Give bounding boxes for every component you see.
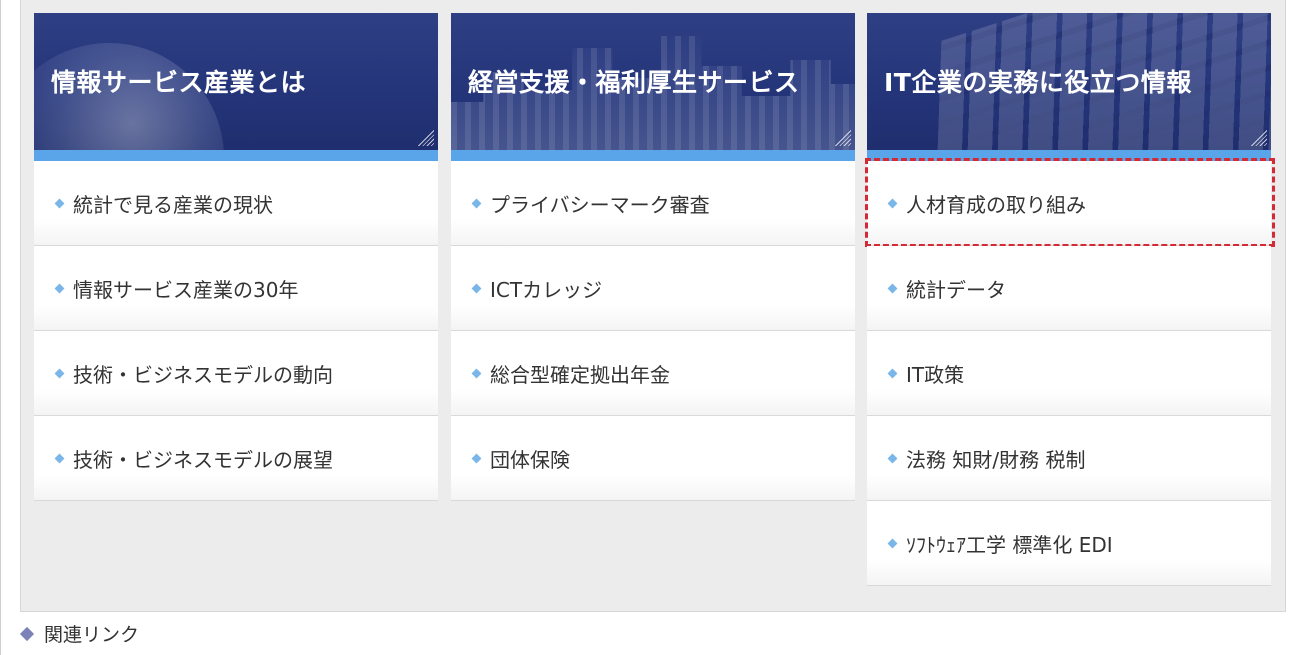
column-accent-bar (34, 150, 438, 161)
resize-corner-icon (833, 128, 851, 146)
menu-item-statistics-data[interactable]: 統計データ (867, 246, 1271, 331)
diamond-bullet-icon (54, 368, 65, 378)
diamond-bullet-icon (471, 283, 482, 293)
menu-item-tech-business-outlook[interactable]: 技術・ビジネスモデルの展望 (34, 416, 438, 501)
related-links-heading[interactable]: 関連リンク (19, 620, 140, 647)
menu-item-tech-business-trends[interactable]: 技術・ビジネスモデルの動向 (34, 331, 438, 416)
column-title: IT企業の実務に役立つ情報 (884, 68, 1192, 97)
menu-item-industry-statistics[interactable]: 統計で見る産業の現状 (34, 161, 438, 246)
menu-item-label: 技術・ビジネスモデルの動向 (73, 362, 333, 387)
menu-item-ict-college[interactable]: ICTカレッジ (451, 246, 855, 331)
diamond-bullet-icon (887, 368, 898, 378)
diamond-bullet-icon (471, 453, 482, 463)
menu-item-label: ICTカレッジ (490, 277, 603, 302)
menu-item-talent-development[interactable]: 人材育成の取り組み (865, 158, 1275, 247)
diamond-bullet-icon (887, 283, 898, 293)
column-title: 情報サービス産業とは (51, 68, 307, 97)
related-links-label: 関連リンク (44, 624, 140, 646)
menu-item-label: IT政策 (906, 362, 965, 387)
menu-item-it-policy[interactable]: IT政策 (867, 331, 1271, 416)
menu-item-label: 団体保険 (490, 447, 570, 472)
menu-item-label: 統計データ (906, 277, 1006, 302)
menu-item-label: 人材育成の取り組み (906, 192, 1086, 217)
menu-item-label: 法務 知財/財務 税制 (906, 447, 1086, 472)
menu-item-label: 統計で見る産業の現状 (73, 192, 273, 217)
menu-item-industry-30-years[interactable]: 情報サービス産業の30年 (34, 246, 438, 331)
column-info-service-industry: 情報サービス産業とは 統計で見る産業の現状 情報サービス産業の30年 技術・ビジ… (34, 13, 438, 501)
column-header[interactable]: 情報サービス産業とは (34, 13, 438, 150)
column-it-practical-info: IT企業の実務に役立つ情報 人材育成の取り組み 統計データ IT政策 法務 知財… (865, 13, 1275, 586)
diamond-bullet-icon (887, 538, 898, 548)
column-accent-bar (451, 150, 855, 161)
diamond-bullet-icon (54, 283, 65, 293)
diamond-bullet-icon (54, 198, 65, 208)
page-left-border (0, 0, 1, 655)
menu-item-pension-plan[interactable]: 総合型確定拠出年金 (451, 331, 855, 416)
menu-item-label: ｿﾌﾄｳｪｱ工学 標準化 EDI (906, 532, 1113, 557)
diamond-bullet-icon (887, 453, 898, 463)
menu-item-label: プライバシーマーク審査 (490, 192, 710, 217)
menu-item-group-insurance[interactable]: 団体保険 (451, 416, 855, 501)
menu-item-software-engineering[interactable]: ｿﾌﾄｳｪｱ工学 標準化 EDI (867, 501, 1271, 586)
menu-item-privacy-mark[interactable]: プライバシーマーク審査 (451, 161, 855, 246)
resize-corner-icon (416, 128, 434, 146)
column-title: 経営支援・福利厚生サービス (468, 68, 800, 97)
column-header[interactable]: 経営支援・福利厚生サービス (451, 13, 855, 150)
column-accent-bar (867, 150, 1271, 161)
column-header[interactable]: IT企業の実務に役立つ情報 (867, 13, 1271, 150)
diamond-bullet-icon (471, 368, 482, 378)
menu-item-label: 技術・ビジネスモデルの展望 (73, 447, 333, 472)
diamond-bullet-icon (471, 198, 482, 208)
resize-corner-icon (1249, 128, 1267, 146)
menu-item-legal-finance-tax[interactable]: 法務 知財/財務 税制 (867, 416, 1271, 501)
menu-item-label: 総合型確定拠出年金 (490, 362, 670, 387)
diamond-bullet-icon (887, 198, 898, 208)
diamond-icon (19, 626, 35, 641)
menu-item-label: 情報サービス産業の30年 (73, 277, 299, 302)
diamond-bullet-icon (54, 453, 65, 463)
column-management-support: 経営支援・福利厚生サービス プライバシーマーク審査 ICTカレッジ 総合型確定拠… (451, 13, 855, 501)
